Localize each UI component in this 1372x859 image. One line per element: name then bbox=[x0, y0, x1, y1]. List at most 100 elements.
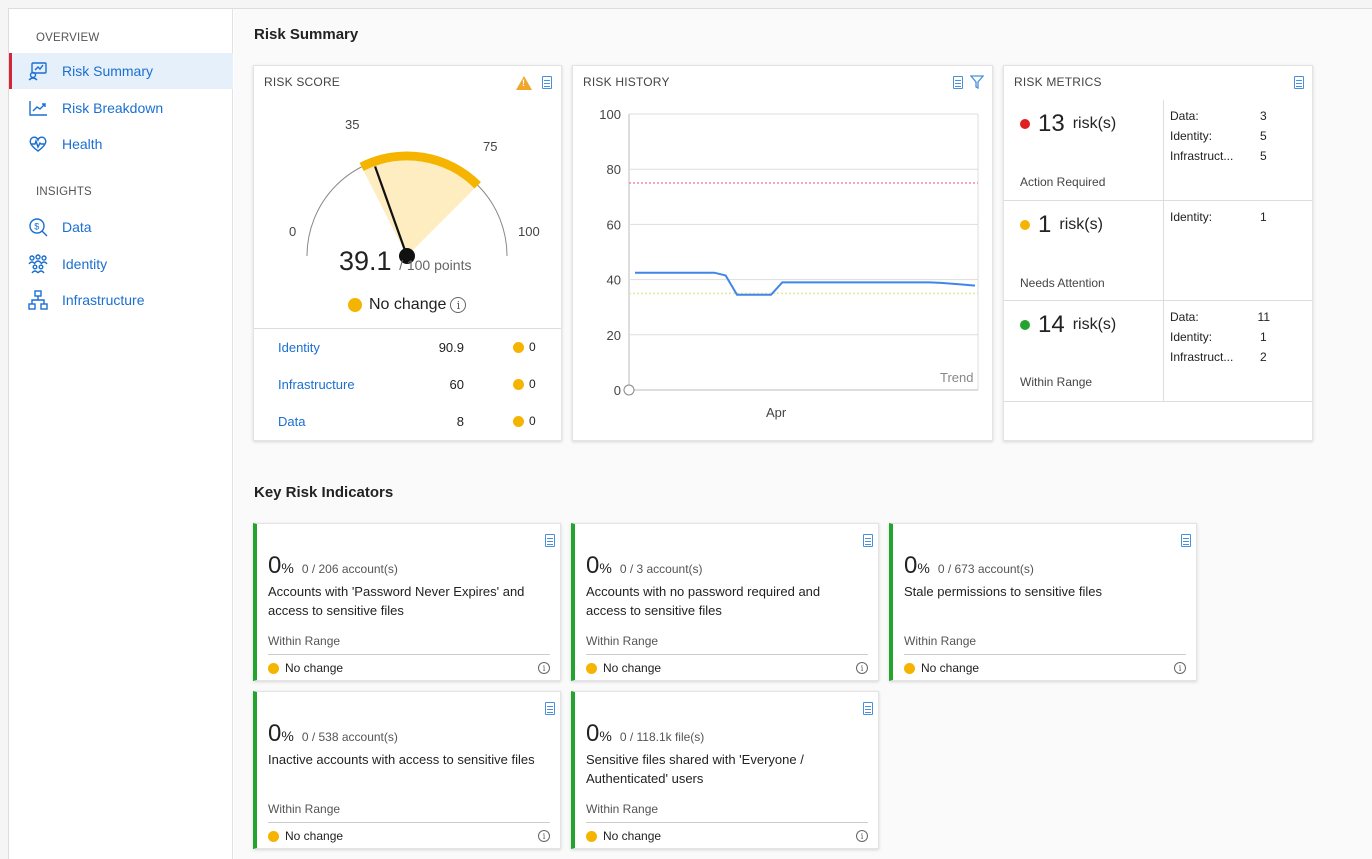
info-icon[interactable]: i bbox=[856, 662, 868, 674]
sidebar-item-label: Identity bbox=[62, 256, 108, 272]
detail-row: Data: 11 bbox=[1170, 307, 1270, 327]
report-icon[interactable] bbox=[545, 702, 555, 715]
detail-key: Data: bbox=[1170, 310, 1199, 324]
svg-text:$: $ bbox=[34, 222, 39, 232]
pct-symbol: % bbox=[917, 560, 930, 576]
change-value: 0 bbox=[529, 414, 536, 428]
info-icon[interactable]: i bbox=[1174, 662, 1186, 674]
kri-footer: No change i bbox=[268, 822, 550, 849]
kri-card[interactable]: 0% 0 / 118.1k file(s) Sensitive files sha… bbox=[571, 691, 879, 849]
detail-key: Identity: bbox=[1170, 330, 1213, 344]
sidebar-item-label: Infrastructure bbox=[62, 292, 145, 308]
metric-status: Action Required bbox=[1020, 175, 1106, 189]
change-dot-icon bbox=[268, 662, 279, 674]
gauge-label-high: 75 bbox=[483, 139, 498, 154]
kri-card[interactable]: 0% 0 / 206 account(s) Accounts with 'Pass… bbox=[253, 523, 561, 681]
metric-row-action-required[interactable]: 13 risk(s) Action Required Data: 3 Identit… bbox=[1004, 100, 1312, 201]
detail-row: Identity: 1 bbox=[1170, 327, 1270, 347]
sidebar-item-infrastructure[interactable]: Infrastructure bbox=[9, 282, 233, 318]
kri-range: Within Range bbox=[268, 802, 341, 816]
kri-ratio: 0 / 673 account(s) bbox=[937, 562, 1034, 576]
metric-row-needs-attention[interactable]: 1 risk(s) Needs Attention Identity: 1 bbox=[1004, 201, 1312, 301]
change-dot-icon bbox=[586, 662, 597, 674]
score-row-identity: Identity 90.9 0 bbox=[254, 329, 561, 366]
warning-icon[interactable] bbox=[516, 76, 532, 90]
sidebar-item-risk-summary[interactable]: Risk Summary bbox=[9, 53, 233, 89]
risk-metrics-card: RISK METRICS 13 risk(s) Action Required D… bbox=[1003, 65, 1313, 441]
status-dot-icon bbox=[1020, 119, 1030, 129]
metric-details: Data: 11 Identity: 1 Infrastruct... 2 bbox=[1170, 307, 1270, 367]
kri-range: Within Range bbox=[586, 802, 659, 816]
gauge-label-max: 100 bbox=[518, 224, 540, 239]
report-icon[interactable] bbox=[863, 702, 873, 715]
change-dot-icon bbox=[586, 830, 597, 842]
kri-footer: No change i bbox=[586, 654, 868, 681]
kri-percentage: 0% 0 / 538 account(s) bbox=[268, 720, 398, 748]
network-hierarchy-icon bbox=[27, 289, 49, 311]
y-tick-label: 80 bbox=[607, 162, 621, 177]
kri-footer: No change i bbox=[904, 654, 1186, 681]
change-dot-icon bbox=[513, 341, 524, 353]
kri-ratio: 0 / 118.1k file(s) bbox=[619, 730, 705, 744]
detail-row: Identity: 5 bbox=[1170, 126, 1270, 146]
metric-details: Data: 3 Identity: 5 Infrastruct... 5 bbox=[1170, 106, 1270, 166]
change-value: 0 bbox=[529, 340, 536, 354]
pct-symbol: % bbox=[281, 728, 294, 744]
kri-description: Inactive accounts with access to sensiti… bbox=[268, 752, 535, 767]
pct-symbol: % bbox=[281, 560, 294, 576]
users-group-icon bbox=[27, 253, 49, 275]
kri-card[interactable]: 0% 0 / 3 account(s) Accounts with no pass… bbox=[571, 523, 879, 681]
filter-icon[interactable] bbox=[969, 75, 985, 90]
info-icon[interactable]: i bbox=[450, 297, 467, 313]
sidebar: OVERVIEW Risk Summary Risk Breakdown Hea… bbox=[9, 9, 233, 859]
report-icon[interactable] bbox=[1181, 534, 1191, 547]
sidebar-item-identity[interactable]: Identity bbox=[9, 246, 233, 282]
score-row-value: 60 bbox=[449, 377, 464, 392]
change-text: No change bbox=[603, 829, 662, 843]
info-icon[interactable]: i bbox=[856, 830, 868, 842]
count-unit: risk(s) bbox=[1059, 216, 1103, 233]
metric-row-within-range[interactable]: 14 risk(s) Within Range Data: 11 Identity:… bbox=[1004, 301, 1312, 402]
x-axis-tick-apr: Apr bbox=[766, 405, 787, 420]
x-axis-origin-marker bbox=[623, 384, 635, 396]
info-icon[interactable]: i bbox=[538, 662, 550, 674]
kri-card[interactable]: 0% 0 / 673 account(s) Stale permissions t… bbox=[889, 523, 1197, 681]
sidebar-item-risk-breakdown[interactable]: Risk Breakdown bbox=[9, 90, 233, 126]
change-text: No change bbox=[369, 296, 447, 313]
score-row-value: 90.9 bbox=[438, 340, 464, 355]
score-row-value: 8 bbox=[456, 414, 464, 429]
score-row-change: 0 bbox=[513, 340, 536, 354]
kri-range: Within Range bbox=[586, 634, 659, 648]
metric-count: 14 risk(s) bbox=[1020, 311, 1116, 339]
report-icon[interactable] bbox=[953, 76, 963, 89]
count-unit: risk(s) bbox=[1072, 316, 1117, 333]
overview-heading: OVERVIEW bbox=[36, 32, 100, 44]
risk-history-card: RISK HISTORY 0 20 40 60 80 100 Trend Apr bbox=[572, 65, 993, 441]
change-value: 0 bbox=[529, 377, 536, 391]
report-icon[interactable] bbox=[545, 534, 555, 547]
main-content: Risk Summary RISK SCORE 35 75 0 100 39.1… bbox=[234, 9, 1372, 859]
heart-pulse-icon bbox=[27, 133, 49, 155]
sidebar-item-data[interactable]: $ Data bbox=[9, 209, 233, 245]
sidebar-item-health[interactable]: Health bbox=[9, 126, 233, 162]
report-icon[interactable] bbox=[863, 534, 873, 547]
kri-footer: No change i bbox=[586, 822, 868, 849]
info-icon[interactable]: i bbox=[538, 830, 550, 842]
score-row-link[interactable]: Infrastructure bbox=[278, 377, 355, 392]
kri-percentage: 0% 0 / 673 account(s) bbox=[904, 552, 1034, 580]
metric-status: Within Range bbox=[1020, 375, 1093, 389]
gauge-label-min: 0 bbox=[289, 224, 297, 239]
report-icon[interactable] bbox=[542, 76, 552, 89]
kri-card[interactable]: 0% 0 / 538 account(s) Inactive accounts w… bbox=[253, 691, 561, 849]
kri-percentage: 0% 0 / 3 account(s) bbox=[586, 552, 703, 580]
pct-value: 0 bbox=[268, 720, 282, 747]
change-dot-icon bbox=[513, 415, 524, 427]
score-row-link[interactable]: Data bbox=[278, 414, 305, 429]
pct-symbol: % bbox=[599, 728, 612, 744]
kri-ratio: 0 / 3 account(s) bbox=[619, 562, 703, 576]
metric-summary: 1 risk(s) Needs Attention bbox=[1004, 201, 1164, 300]
detail-key: Identity: bbox=[1170, 210, 1213, 224]
report-icon[interactable] bbox=[1294, 76, 1304, 89]
kri-section-title: Key Risk Indicators bbox=[254, 484, 394, 501]
score-row-link[interactable]: Identity bbox=[278, 340, 320, 355]
